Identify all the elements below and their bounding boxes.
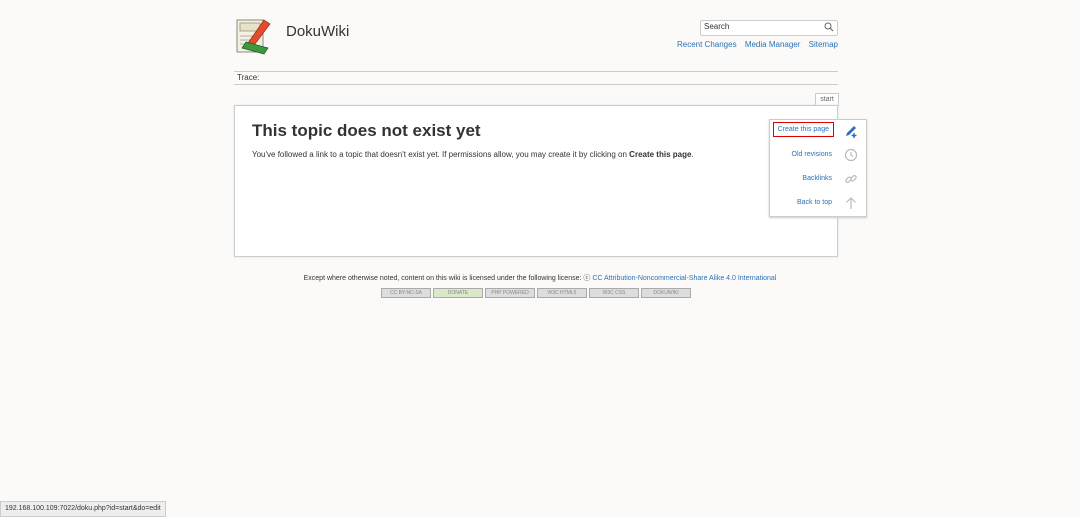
backlinks-label: Backlinks — [802, 175, 832, 182]
site-title[interactable]: DokuWiki — [286, 23, 349, 40]
page-message-text: You've followed a link to a topic that d… — [252, 150, 630, 159]
page-message-end: . — [691, 150, 694, 159]
sitemap-link[interactable]: Sitemap — [809, 40, 838, 49]
search-input[interactable]: Search — [700, 20, 838, 36]
status-bar-url: 192.168.100.109:7022/doku.php?id=start&d… — [0, 501, 166, 517]
php-badge[interactable]: PHP POWERED — [485, 288, 535, 298]
create-page-button[interactable]: Create this page — [770, 120, 866, 142]
cc-badge[interactable]: CC BY-NC-SA — [381, 288, 431, 298]
dokuwiki-logo[interactable] — [234, 16, 276, 58]
page-message: You've followed a link to a topic that d… — [252, 150, 694, 159]
donate-badge[interactable]: DONATE — [433, 288, 483, 298]
header: DokuWiki Search Recent Changes Media Man… — [234, 16, 838, 74]
css-badge[interactable]: W3C CSS — [589, 288, 639, 298]
old-revisions-button[interactable]: Old revisions — [770, 144, 866, 166]
arrow-up-icon — [846, 197, 856, 209]
media-manager-link[interactable]: Media Manager — [745, 40, 801, 49]
breadcrumb-divider — [234, 84, 838, 85]
dokuwiki-badge[interactable]: DOKUWIKI — [641, 288, 691, 298]
back-to-top-button[interactable]: Back to top — [770, 192, 866, 214]
search-icon[interactable] — [824, 22, 834, 32]
site-tools: Recent Changes Media Manager Sitemap — [671, 40, 838, 49]
license-text: Except where otherwise noted, content on… — [303, 275, 582, 282]
header-divider — [234, 71, 838, 72]
create-page-label: Create this page — [772, 122, 834, 137]
page-tools: Create this page Old revisions Backlinks… — [769, 119, 867, 217]
back-to-top-label: Back to top — [796, 199, 832, 206]
search-placeholder: Search — [704, 22, 730, 31]
cc-icon: ⓒ — [583, 275, 591, 282]
license-link[interactable]: CC Attribution-Noncommercial-Share Alike… — [592, 275, 776, 282]
backlinks-button[interactable]: Backlinks — [770, 168, 866, 190]
page-title: This topic does not exist yet — [252, 121, 481, 140]
link-icon — [845, 174, 857, 184]
history-icon — [844, 148, 858, 162]
breadcrumb: Trace: — [237, 73, 260, 82]
page-message-bold: Create this page — [629, 150, 692, 159]
page-content: This topic does not exist yet You've fol… — [234, 105, 838, 257]
html5-badge[interactable]: W3C HTML5 — [537, 288, 587, 298]
old-revisions-label: Old revisions — [791, 151, 832, 158]
license-footer: Except where otherwise noted, content on… — [0, 273, 1080, 283]
recent-changes-link[interactable]: Recent Changes — [677, 40, 737, 49]
pencil-plus-icon — [846, 126, 857, 138]
